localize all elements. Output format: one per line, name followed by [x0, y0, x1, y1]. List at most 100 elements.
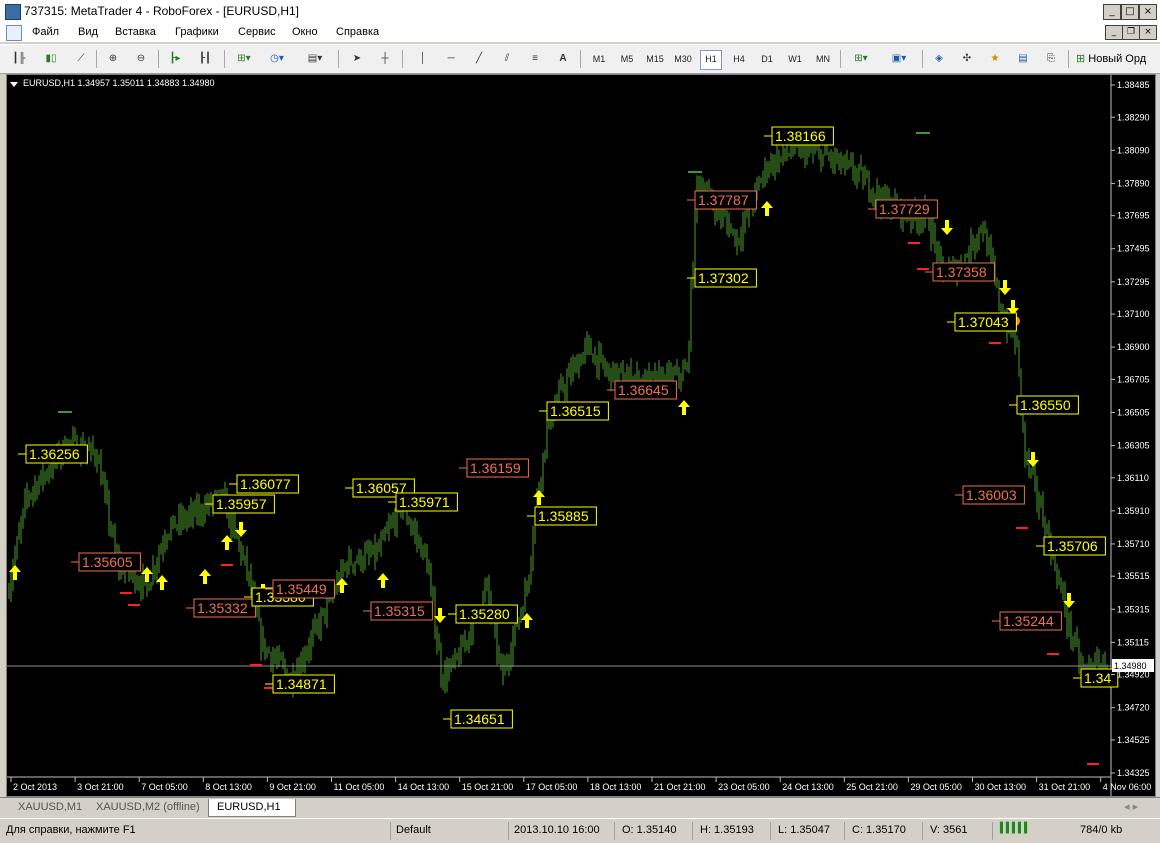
timeframe-m15[interactable]: M15	[644, 50, 666, 68]
new-order-button[interactable]: ⊞ Новый Орд	[1076, 50, 1158, 68]
price-label-text: 1.37043	[958, 314, 1009, 330]
close-button[interactable]: ×	[1139, 4, 1157, 20]
horizontal-line-icon[interactable]: ─	[442, 50, 460, 68]
timeframe-m5[interactable]: M5	[616, 50, 638, 68]
menu-charts[interactable]: Графики	[175, 26, 219, 38]
zoom-in-icon[interactable]: ⊕	[104, 50, 122, 68]
menu-file[interactable]: Файл	[32, 26, 59, 38]
price-label-text: 1.36515	[550, 403, 601, 419]
indicators-icon[interactable]: ⊞▾	[232, 50, 256, 68]
vertical-line-icon[interactable]: │	[414, 50, 432, 68]
new-order-icon: ⊞	[1076, 53, 1089, 65]
tester-icon[interactable]: ⎘	[1042, 50, 1060, 68]
connection-bars-icon: ▌▌▌▌▌	[1000, 823, 1031, 834]
toolbar-divider	[224, 50, 225, 68]
time-tick-label: 18 Oct 13:00	[590, 782, 642, 792]
channel-icon[interactable]: ⫽	[498, 50, 516, 68]
buy-arrow-icon	[199, 569, 211, 584]
timeframe-mn[interactable]: MN	[812, 50, 834, 68]
price-label-text: 1.36550	[1020, 397, 1071, 413]
cursor-icon[interactable]: ➤	[348, 50, 366, 68]
mdi-restore-button[interactable]: ❐	[1122, 25, 1140, 40]
timeframe-m1[interactable]: M1	[588, 50, 610, 68]
text-tool-icon[interactable]: A	[554, 50, 572, 68]
menu-bar: Файл Вид Вставка Графики Сервис Окно Спр…	[0, 22, 1160, 42]
line-chart-icon[interactable]: ⟋	[72, 50, 90, 68]
time-tick-label: 24 Oct 13:00	[782, 782, 834, 792]
toolbar-divider	[96, 50, 97, 68]
mdi-minimize-button[interactable]: _	[1105, 25, 1123, 40]
bar-chart-icon[interactable]: ┃╟	[10, 50, 28, 68]
menu-help[interactable]: Справка	[336, 26, 379, 38]
status-bar: Для справки, нажмите F1 Default 2013.10.…	[0, 818, 1160, 843]
market-watch-icon[interactable]: ◈	[930, 50, 948, 68]
price-label-text: 1.35957	[216, 496, 267, 512]
document-icon[interactable]	[6, 25, 22, 41]
templates-icon[interactable]: ▤▾	[302, 50, 328, 68]
timeframe-h1[interactable]: H1	[700, 50, 722, 70]
trendline-icon[interactable]: ╱	[470, 50, 488, 68]
time-tick-label: 31 Oct 21:00	[1039, 782, 1091, 792]
price-tick-label: 1.36705	[1117, 374, 1150, 384]
zoom-out-icon[interactable]: ⊖	[132, 50, 150, 68]
chart-window[interactable]: 1.36256 1.36077 1.35957 1.35605 1.35332 1.353…	[6, 74, 1156, 797]
price-label-text: 1.35315	[374, 603, 425, 619]
status-divider	[692, 822, 693, 840]
menu-window[interactable]: Окно	[292, 26, 318, 38]
title-bar: 737315: MetaTrader 4 - RoboForex - [EURU…	[0, 0, 1160, 23]
profiles-icon[interactable]: ▣▾	[886, 50, 912, 68]
buy-arrow-icon	[678, 400, 690, 415]
mdi-close-button[interactable]: ×	[1139, 25, 1157, 40]
price-tick-label: 1.34720	[1117, 703, 1150, 713]
tab-scroll-icon[interactable]: ◂ ▸	[1124, 799, 1154, 816]
status-datetime: 2013.10.10 16:00	[514, 824, 600, 836]
navigator-icon[interactable]: ✣	[958, 50, 976, 68]
candlestick-icon[interactable]: ▮▯	[42, 50, 60, 68]
favorites-icon[interactable]: ★	[986, 50, 1004, 68]
tab-xauusd-m1[interactable]: XAUUSD,M1	[18, 799, 88, 816]
toolbar-divider	[338, 50, 339, 68]
price-tick-label: 1.36900	[1117, 342, 1150, 352]
status-high: H: 1.35193	[700, 824, 754, 836]
minimize-button[interactable]: _	[1103, 4, 1121, 20]
time-tick-label: 29 Oct 05:00	[910, 782, 962, 792]
new-chart-icon[interactable]: ⊞▾	[848, 50, 874, 68]
buy-arrow-icon	[377, 573, 389, 588]
price-tick-label: 1.38090	[1117, 145, 1150, 155]
menu-view[interactable]: Вид	[78, 26, 98, 38]
menu-tools[interactable]: Сервис	[238, 26, 276, 38]
price-tick-label: 1.35115	[1117, 637, 1149, 647]
price-label-text: 1.34651	[454, 711, 505, 727]
timeframe-w1[interactable]: W1	[784, 50, 806, 68]
price-tick-label: 1.36110	[1117, 473, 1149, 483]
status-low: L: 1.35047	[778, 824, 830, 836]
fibonacci-icon[interactable]: ≡	[526, 50, 544, 68]
terminal-icon[interactable]: ▤	[1014, 50, 1032, 68]
menu-insert[interactable]: Вставка	[115, 26, 156, 38]
price-label-text: 1.35971	[399, 494, 450, 510]
tab-eurusd-h1[interactable]: EURUSD,H1	[208, 799, 296, 817]
toolbar-divider	[580, 50, 581, 68]
timeframe-d1[interactable]: D1	[756, 50, 778, 68]
maximize-button[interactable]: □	[1121, 4, 1139, 20]
price-chart[interactable]: 1.36256 1.36077 1.35957 1.35605 1.35332 1.353…	[7, 75, 1155, 796]
status-divider	[844, 822, 845, 840]
autoscroll-icon[interactable]: ┠▸	[166, 50, 184, 68]
price-label-text: 1.37729	[879, 201, 930, 217]
timeframe-h4[interactable]: H4	[728, 50, 750, 68]
toolbar-divider	[402, 50, 403, 68]
time-tick-label: 9 Oct 21:00	[269, 782, 316, 792]
crosshair-icon[interactable]: ┼	[376, 50, 394, 68]
price-label-text: 1.37302	[698, 270, 749, 286]
timeframe-m30[interactable]: M30	[672, 50, 694, 68]
chart-shift-icon[interactable]: ┠┃	[196, 50, 214, 68]
sell-arrow-icon	[999, 280, 1011, 295]
status-close: C: 1.35170	[852, 824, 906, 836]
toolbar: ┃╟ ▮▯ ⟋ ⊕ ⊖ ┠▸ ┠┃ ⊞▾ ◷▾ ▤▾ ➤ ┼ │ ─ ╱ ⫽ ≡…	[0, 44, 1160, 74]
price-label-text: 1.34	[1084, 670, 1111, 686]
time-tick-label: 15 Oct 21:00	[462, 782, 514, 792]
price-label-text: 1.35244	[1003, 613, 1054, 629]
status-divider	[614, 822, 615, 840]
periods-icon[interactable]: ◷▾	[264, 50, 290, 68]
tab-xauusd-m2[interactable]: XAUUSD,M2 (offline)	[96, 799, 206, 816]
